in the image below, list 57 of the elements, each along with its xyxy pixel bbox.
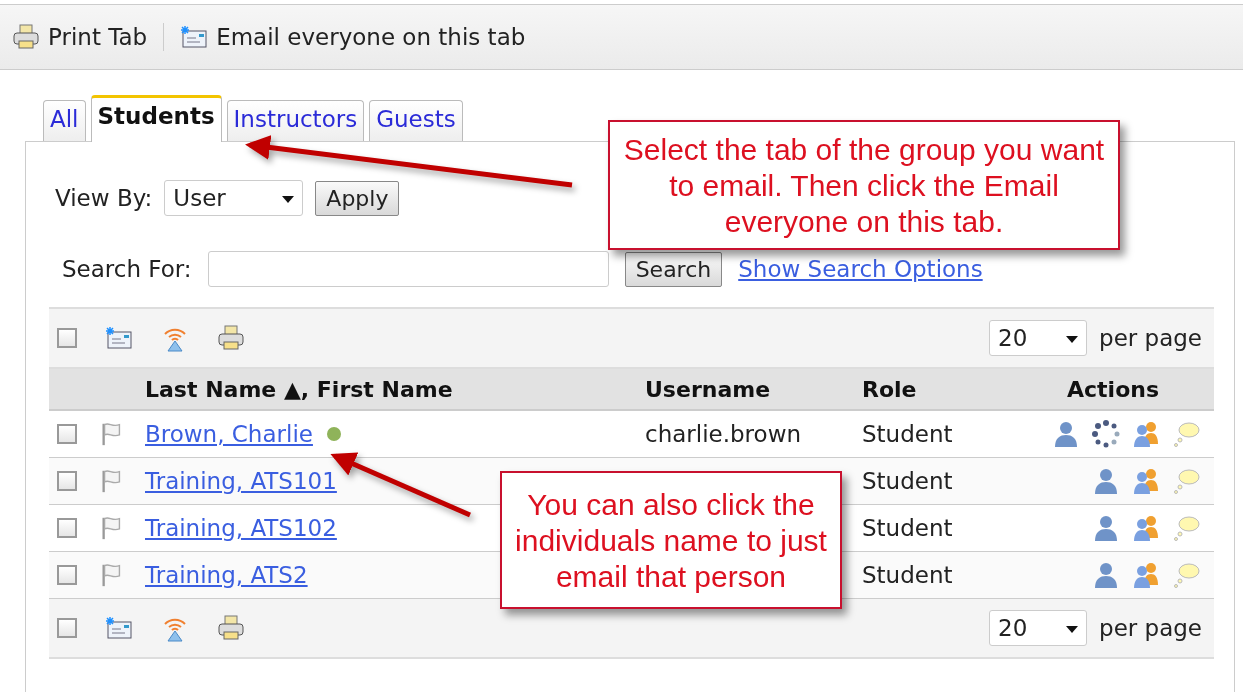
column-header: Role bbox=[862, 376, 918, 402]
checkbox[interactable] bbox=[57, 565, 77, 585]
group-icon[interactable] bbox=[1132, 420, 1160, 448]
field-label: Search For: bbox=[62, 256, 192, 282]
field-label: View By: bbox=[55, 185, 153, 211]
person-icon[interactable] bbox=[1092, 514, 1120, 542]
envelope-icon[interactable] bbox=[105, 326, 133, 350]
user-name-link[interactable]: Training, ATS2 bbox=[145, 562, 308, 588]
speech-bubble-icon[interactable] bbox=[1172, 420, 1200, 448]
dotted-ring-icon[interactable] bbox=[1092, 420, 1120, 448]
user-name-link[interactable]: Training, ATS102 bbox=[145, 515, 337, 541]
envelope-icon bbox=[180, 25, 209, 49]
tab[interactable]: Students bbox=[90, 95, 222, 142]
per-page-label: per page bbox=[1099, 615, 1202, 641]
envelope-icon[interactable] bbox=[105, 616, 133, 640]
checkbox[interactable] bbox=[57, 328, 77, 348]
toolbar-link[interactable]: Email everyone on this tab bbox=[216, 24, 526, 50]
search-options-link[interactable]: Show Search Options bbox=[738, 256, 983, 282]
tab[interactable]: All bbox=[43, 100, 86, 141]
table-cell-text: Student bbox=[862, 515, 954, 541]
checkbox[interactable] bbox=[57, 518, 77, 538]
checkbox[interactable] bbox=[57, 471, 77, 491]
printer-icon bbox=[12, 23, 40, 51]
table-cell-text: Student bbox=[862, 421, 954, 447]
table-cell-text: Student bbox=[862, 562, 954, 588]
tab[interactable]: Guests bbox=[369, 100, 463, 141]
person-icon[interactable] bbox=[1092, 467, 1120, 495]
search-button[interactable]: Search bbox=[624, 251, 723, 287]
printer-icon[interactable] bbox=[217, 324, 245, 352]
toolbar-link[interactable]: Print Tab bbox=[48, 24, 148, 50]
user-name-link[interactable]: Brown, Charlie bbox=[145, 421, 313, 447]
table-cell-text: charlie.brown bbox=[645, 421, 803, 447]
apply-button[interactable]: Apply bbox=[315, 180, 400, 216]
callout-note: You can also click the individuals name to just email that person bbox=[500, 471, 842, 609]
person-icon[interactable] bbox=[1052, 420, 1080, 448]
per-page-dropdown[interactable]: 20 bbox=[989, 320, 1088, 356]
checkbox[interactable] bbox=[57, 618, 77, 638]
user-name-link[interactable]: Training, ATS101 bbox=[145, 468, 337, 494]
column-header: Actions bbox=[1067, 376, 1159, 402]
callout-note: Select the tab of the group you want to email. Then click the Email everyone on this tab. bbox=[608, 120, 1120, 250]
search-field[interactable] bbox=[207, 251, 609, 287]
column-header: Username bbox=[645, 376, 772, 402]
group-icon[interactable] bbox=[1132, 514, 1160, 542]
speech-bubble-icon[interactable] bbox=[1172, 514, 1200, 542]
person-icon[interactable] bbox=[1092, 561, 1120, 589]
column-header[interactable]: Last Name ▲, First Name bbox=[145, 376, 645, 402]
checkbox[interactable] bbox=[57, 424, 77, 444]
view-by-dropdown[interactable]: User bbox=[164, 180, 304, 216]
group-icon[interactable] bbox=[1132, 467, 1160, 495]
group-icon[interactable] bbox=[1132, 561, 1160, 589]
printer-icon[interactable] bbox=[217, 614, 245, 642]
tab[interactable]: Instructors bbox=[226, 100, 365, 141]
speech-bubble-icon[interactable] bbox=[1172, 467, 1200, 495]
speech-bubble-icon[interactable] bbox=[1172, 561, 1200, 589]
per-page-label: per page bbox=[1099, 325, 1202, 351]
per-page-dropdown[interactable]: 20 bbox=[989, 610, 1088, 646]
table-cell-text: Student bbox=[862, 468, 954, 494]
